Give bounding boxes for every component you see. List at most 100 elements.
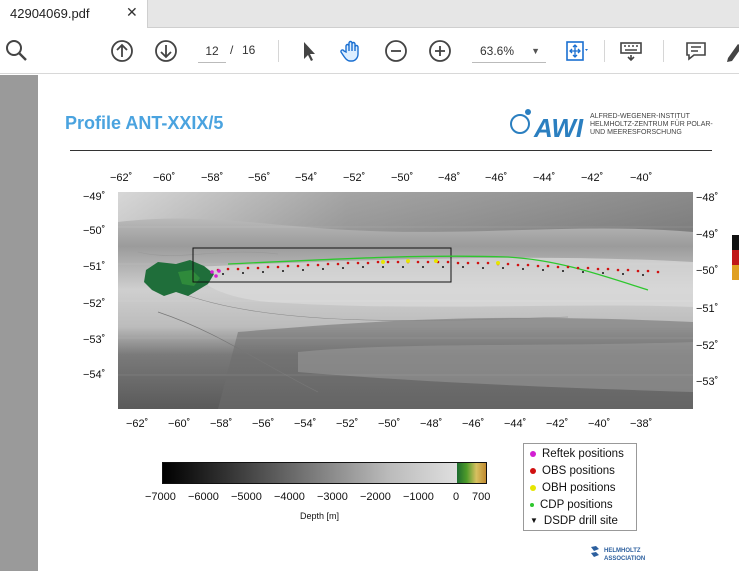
zoom-select[interactable]: 63.6% ▼: [472, 39, 546, 63]
map-legend: Reftek positions OBS positions OBH posit…: [523, 443, 637, 531]
page-total: 16: [242, 43, 256, 57]
bottom-lon-tick: −50˚: [378, 418, 401, 430]
triangle-marker-icon: ▼: [530, 516, 538, 526]
left-gutter: [0, 75, 38, 571]
top-lon-tick: −54˚: [295, 172, 318, 184]
page-number-input[interactable]: 12: [198, 39, 226, 63]
institute-line: HELMHOLTZ-ZENTRUM FÜR POLAR-: [590, 121, 713, 128]
zoom-out-icon[interactable]: [383, 38, 409, 64]
right-edge-markers: [732, 235, 739, 295]
top-lon-tick: −56˚: [248, 172, 271, 184]
colorbar-tick: −2000: [360, 491, 391, 503]
header-rule: [70, 150, 712, 151]
toolbar-divider: [663, 40, 664, 62]
document-tab[interactable]: 42904069.pdf ✕: [0, 0, 148, 28]
keyboard-icon[interactable]: [618, 38, 644, 64]
hand-tool-icon[interactable]: [339, 38, 365, 64]
search-icon[interactable]: [4, 38, 30, 64]
zoom-value: 63.6%: [480, 44, 515, 58]
page-down-icon[interactable]: [153, 38, 179, 64]
fit-page-icon[interactable]: [563, 38, 589, 64]
top-lon-tick: −42˚: [581, 172, 604, 184]
reftek-marker-icon: [530, 450, 536, 457]
zoom-in-icon[interactable]: [427, 38, 453, 64]
tab-title: 42904069.pdf: [10, 6, 90, 21]
top-lon-tick: −60˚: [153, 172, 176, 184]
bottom-lon-tick: −60˚: [168, 418, 191, 430]
top-lon-tick: −62˚: [110, 172, 133, 184]
helmholtz-name: HELMHOLTZ ASSOCIATION: [604, 547, 645, 563]
colorbar-tick: 0: [453, 491, 460, 503]
legend-label: CDP positions: [540, 499, 613, 511]
colorbar-tick: −3000: [317, 491, 348, 503]
bathymetry-map: [118, 192, 693, 409]
helmholtz-line: ASSOCIATION: [604, 556, 646, 562]
top-lon-tick: −44˚: [533, 172, 556, 184]
bottom-lon-tick: −46˚: [462, 418, 485, 430]
bottom-lon-tick: −58˚: [210, 418, 233, 430]
close-icon[interactable]: ✕: [126, 4, 138, 21]
right-lat-tick: −49˚: [696, 229, 719, 241]
left-lat-tick: −50˚: [83, 225, 106, 237]
svg-text:AWI: AWI: [533, 113, 584, 143]
bottom-lon-tick: −54˚: [294, 418, 317, 430]
page-up-icon[interactable]: [109, 38, 135, 64]
helmholtz-line: HELMHOLTZ: [604, 548, 641, 554]
bottom-lon-tick: −52˚: [336, 418, 359, 430]
awi-logo: AWI: [510, 109, 584, 143]
left-lat-tick: −52˚: [83, 298, 106, 310]
bottom-lon-tick: −38˚: [630, 418, 653, 430]
top-lon-tick: −46˚: [485, 172, 508, 184]
toolbar-divider: [604, 40, 605, 62]
left-lat-tick: −51˚: [83, 261, 106, 273]
bottom-lon-tick: −62˚: [126, 418, 149, 430]
chevron-down-icon: ▼: [531, 46, 540, 56]
colorbar-tick: −4000: [274, 491, 305, 503]
top-lon-tick: −40˚: [630, 172, 653, 184]
top-lon-tick: −58˚: [201, 172, 224, 184]
colorbar-tick: −5000: [231, 491, 262, 503]
bottom-lon-tick: −40˚: [588, 418, 611, 430]
elevation-colorbar: [457, 462, 487, 484]
edge-marker: [732, 265, 739, 280]
tab-bar: 42904069.pdf ✕: [0, 0, 739, 28]
legend-label: OBS positions: [542, 465, 615, 477]
pdf-page: Profile ANT-XXIX/5 AWI ALFRED-WEGENER-IN…: [38, 75, 739, 571]
select-arrow-icon[interactable]: [296, 38, 322, 64]
top-lon-tick: −48˚: [438, 172, 461, 184]
legend-label: Reftek positions: [542, 448, 624, 460]
depth-colorbar: [162, 462, 487, 484]
edge-marker: [732, 250, 739, 265]
left-lat-tick: −53˚: [83, 334, 106, 346]
right-lat-tick: −52˚: [696, 340, 719, 352]
legend-item: ▼ DSDP drill site: [530, 515, 618, 532]
bottom-lon-tick: −44˚: [504, 418, 527, 430]
toolbar: 12 / 16 63.6% ▼: [0, 28, 739, 74]
bottom-lon-tick: −56˚: [252, 418, 275, 430]
right-lat-tick: −51˚: [696, 303, 719, 315]
institute-name: ALFRED-WEGENER-INSTITUT HELMHOLTZ-ZENTRU…: [590, 113, 713, 137]
legend-item: OBS positions: [530, 465, 615, 482]
sign-icon[interactable]: [724, 38, 739, 64]
helmholtz-logo-icon: [591, 546, 599, 557]
obh-marker-icon: [530, 484, 536, 491]
toolbar-divider: [278, 40, 279, 62]
obs-marker-icon: [530, 467, 536, 474]
colorbar-tick: −7000: [145, 491, 176, 503]
legend-item: Reftek positions: [530, 448, 624, 465]
top-lon-tick: −52˚: [343, 172, 366, 184]
left-lat-tick: −54˚: [83, 369, 106, 381]
legend-item: CDP positions: [530, 499, 613, 516]
edge-marker: [732, 235, 739, 250]
cdp-marker-icon: [530, 502, 534, 507]
legend-item: OBH positions: [530, 482, 616, 499]
right-lat-tick: −53˚: [696, 376, 719, 388]
comment-icon[interactable]: [683, 38, 709, 64]
legend-label: DSDP drill site: [543, 515, 618, 527]
page-title: Profile ANT-XXIX/5: [65, 113, 224, 133]
page-separator: /: [230, 43, 234, 57]
top-lon-tick: −50˚: [391, 172, 414, 184]
bottom-lon-tick: −48˚: [420, 418, 443, 430]
colorbar-caption: Depth [m]: [300, 511, 340, 521]
institute-line: UND MEERESFORSCHUNG: [590, 129, 682, 136]
